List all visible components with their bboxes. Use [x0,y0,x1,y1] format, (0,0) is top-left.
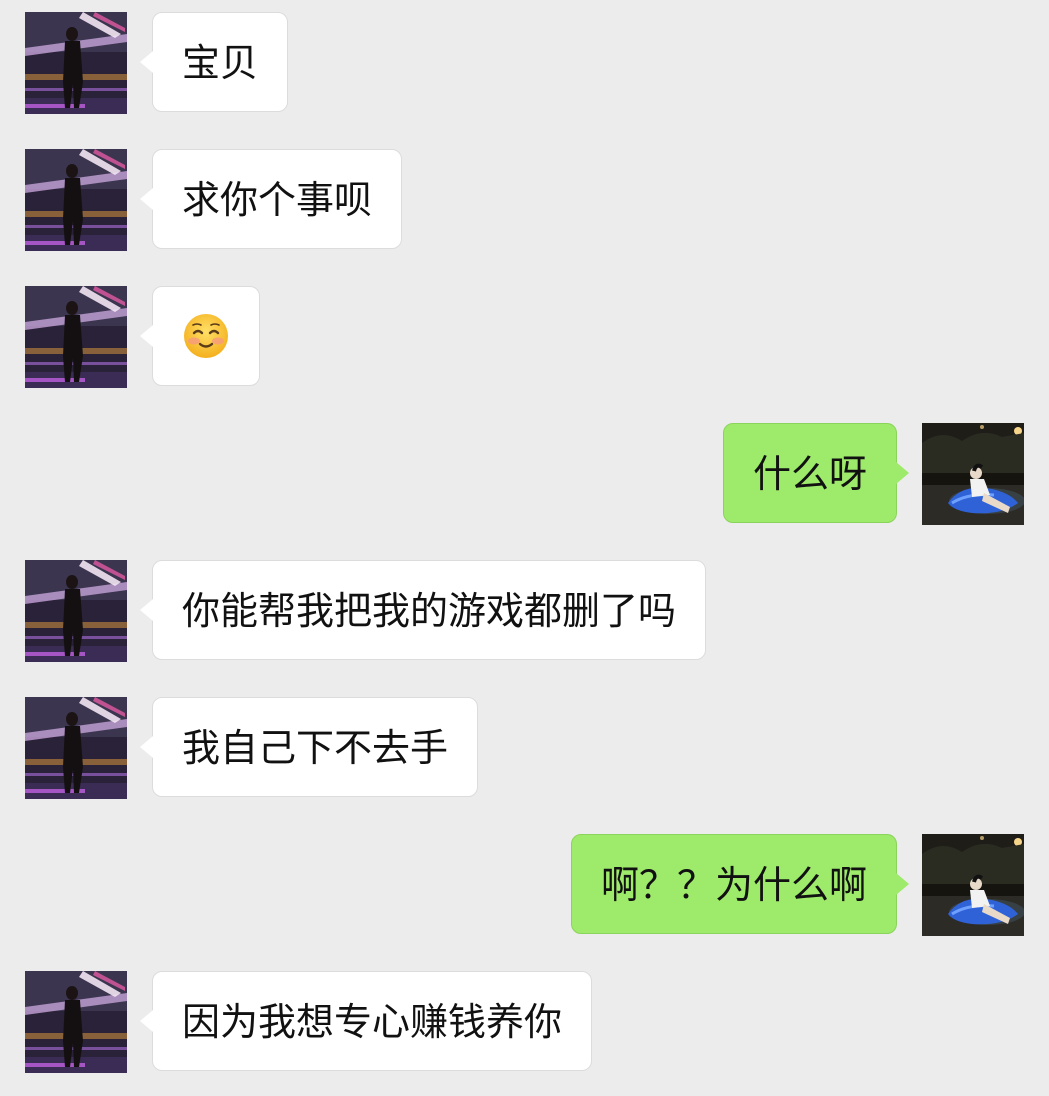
self-avatar-icon [922,423,1024,525]
message-row: 因为我想专心赚钱养你 [0,971,1049,1073]
contact-avatar[interactable] [25,697,127,799]
contact-avatar[interactable] [25,560,127,662]
message-row: 什么呀 [0,423,1049,525]
outgoing-message-bubble[interactable]: 什么呀 [722,423,910,523]
message-row: 啊？？为什么啊 [0,834,1049,936]
contact-avatar-icon [25,12,127,114]
contact-avatar[interactable] [25,149,127,251]
contact-avatar[interactable] [25,286,127,388]
self-avatar[interactable] [922,834,1024,936]
smiling-face-with-smiling-eyes-icon [184,314,228,358]
outgoing-message-bubble[interactable]: 啊？？为什么啊 [570,834,910,934]
contact-avatar[interactable] [25,971,127,1073]
message-row: 我自己下不去手 [0,697,1049,799]
incoming-message-bubble[interactable]: 你能帮我把我的游戏都删了吗 [139,560,707,660]
incoming-message-bubble[interactable]: 因为我想专心赚钱养你 [139,971,593,1071]
incoming-message-bubble[interactable]: 求你个事呗 [139,149,403,249]
self-avatar-icon [922,834,1024,936]
incoming-message-bubble[interactable]: 宝贝 [139,12,289,112]
contact-avatar-icon [25,560,127,662]
contact-avatar-icon [25,697,127,799]
incoming-message-bubble[interactable] [140,286,260,386]
contact-avatar-icon [25,149,127,251]
message-row: 你能帮我把我的游戏都删了吗 [0,560,1049,662]
message-row: 求你个事呗 [0,149,1049,251]
self-avatar[interactable] [922,423,1024,525]
chat-conversation: 宝贝 求你个事呗 什么呀 你能帮我把我的游戏都删了吗 我自己下不去手 啊？？为什… [0,0,1049,1096]
message-row: 宝贝 [0,12,1049,114]
message-row [0,286,1049,388]
contact-avatar-icon [25,971,127,1073]
incoming-message-bubble[interactable]: 我自己下不去手 [139,697,479,797]
contact-avatar-icon [25,286,127,388]
contact-avatar[interactable] [25,12,127,114]
